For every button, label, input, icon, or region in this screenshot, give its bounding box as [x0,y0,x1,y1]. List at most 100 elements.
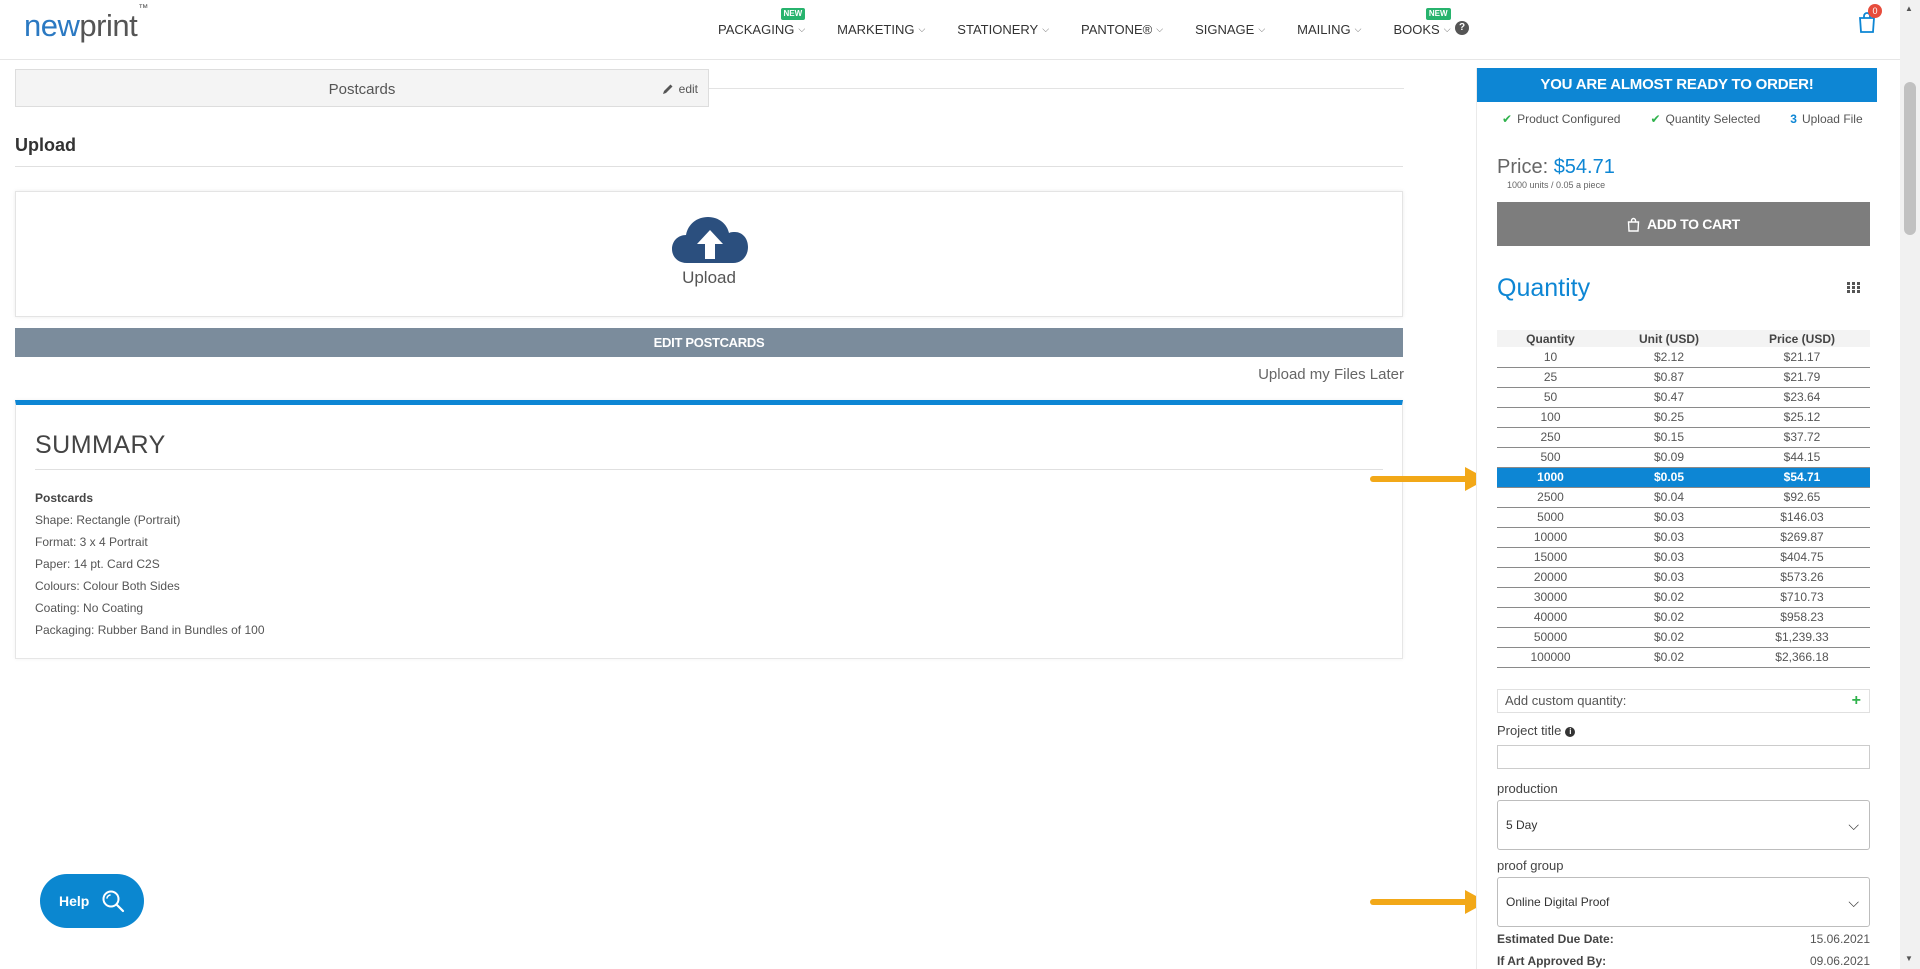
table-row[interactable]: 40000 $0.02 $958.23 [1497,607,1870,628]
summary-list: Postcards Shape: Rectangle (Portrait) Fo… [35,487,265,641]
total-price-cell: $21.79 [1734,367,1870,388]
table-row[interactable]: 30000 $0.02 $710.73 [1497,587,1870,608]
table-row[interactable]: 500 $0.09 $44.15 [1497,447,1870,468]
chevron-down-icon: ⌵ [1848,817,1859,833]
chevron-down-icon: ⌵ [1258,24,1266,34]
table-row[interactable]: 250 $0.15 $37.72 [1497,427,1870,448]
table-row[interactable]: 100000 $0.02 $2,366.18 [1497,647,1870,668]
help-widget-button[interactable]: Help [40,874,144,928]
upload-label: Upload [682,268,736,287]
table-row[interactable]: 50 $0.47 $23.64 [1497,387,1870,408]
production-select[interactable]: 5 Day ⌵ [1497,800,1870,850]
step-label: Quantity Selected [1665,112,1761,126]
unit-price-cell: $2.12 [1604,347,1734,368]
table-row[interactable]: 25 $0.87 $21.79 [1497,367,1870,388]
project-title-label: Project title i [1497,723,1576,738]
page-scrollbar[interactable]: ▲ ▼ [1900,0,1920,969]
unit-price-cell: $0.03 [1604,527,1734,548]
info-icon[interactable]: i [1565,727,1576,737]
grid-view-icon[interactable] [1847,282,1860,293]
price-line: Price: $54.71 [1497,156,1615,179]
order-steps: ✔ Product Configured ✔ Quantity Selected… [1502,112,1863,126]
chevron-down-icon: ⌵ [798,24,806,34]
add-to-cart-label: ADD TO CART [1647,216,1740,232]
unit-price-cell: $0.04 [1604,487,1734,508]
edit-product-link[interactable]: edit [662,82,698,96]
price-value: $54.71 [1553,156,1615,178]
nav-item-mailing[interactable]: MAILING ⌵ [1297,22,1361,37]
shopping-bag-icon [1627,217,1640,232]
step-number: 3 [1790,112,1797,126]
product-bar: Postcards edit [15,69,709,107]
newprint-logo[interactable]: newprint™ [24,3,148,44]
table-row[interactable]: 5000 $0.03 $146.03 [1497,507,1870,528]
help-label: Help [59,893,90,909]
table-header-row: Quantity Unit (USD) Price (USD) [1497,330,1870,347]
table-row[interactable]: 2500 $0.04 $92.65 [1497,487,1870,508]
total-price-cell: $710.73 [1734,587,1870,608]
chevron-down-icon: ⌵ [1156,24,1164,34]
quantity-table-body: 10 $2.12 $21.17 25 $0.87 $21.79 50 $0.47 $23.64 1… [1497,347,1870,668]
add-to-cart-button[interactable]: ADD TO CART [1497,202,1870,246]
table-row[interactable]: 20000 $0.03 $573.26 [1497,567,1870,588]
project-title-text: Project title [1497,723,1562,738]
quantity-cell: 25 [1497,367,1604,388]
total-price-cell: $269.87 [1734,527,1870,548]
estimated-due-label: Estimated Due Date: [1497,932,1614,946]
quantity-cell: 50 [1497,387,1604,408]
nav-item-pantone[interactable]: PANTONE® ⌵ [1081,22,1163,37]
check-icon: ✔ [1502,112,1513,126]
chevron-down-icon: ⌵ [918,24,926,34]
divider [35,469,1383,470]
art-approved-label: If Art Approved By: [1497,954,1607,968]
nav-item-stationery[interactable]: STATIONERY ⌵ [957,22,1049,37]
price-per-unit: 1000 units / 0.05 a piece [1507,180,1606,190]
art-approved-value: 09.06.2021 [1809,954,1870,968]
summary-product: Postcards [35,491,94,505]
nav-item-marketing[interactable]: MARKETING ⌵ [837,22,925,37]
unit-price-cell: $0.87 [1604,367,1734,388]
edit-postcards-button[interactable]: EDIT POSTCARDS [15,328,1403,357]
proof-group-select[interactable]: Online Digital Proof ⌵ [1497,877,1870,927]
table-row-selected[interactable]: 1000 $0.05 $54.71 [1497,467,1870,488]
unit-price-cell: $0.25 [1604,407,1734,428]
quantity-cell: 250 [1497,427,1604,448]
scrollbar-thumb[interactable] [1904,82,1916,235]
table-row[interactable]: 15000 $0.03 $404.75 [1497,547,1870,568]
custom-quantity-field[interactable]: Add custom quantity: + [1497,689,1870,713]
unit-price-cell: $0.09 [1604,447,1734,468]
column-header: Unit (USD) [1604,330,1734,347]
project-title-input[interactable] [1497,745,1870,769]
summary-line-format: Format: 3 x 4 Portrait [35,535,148,549]
unit-price-cell: $0.02 [1604,607,1734,628]
total-price-cell: $21.17 [1734,347,1870,368]
price-label: Price: [1497,156,1549,178]
art-approved-row: If Art Approved By: 09.06.2021 [1497,954,1870,968]
nav-label: MARKETING [837,22,915,37]
step-label: Upload File [1801,112,1863,126]
summary-line-colours: Colours: Colour Both Sides [35,579,180,593]
unit-price-cell: $0.15 [1604,427,1734,448]
table-row[interactable]: 100 $0.25 $25.12 [1497,407,1870,428]
upload-later-link[interactable]: Upload my Files Later [1258,366,1404,383]
plus-icon[interactable]: + [1852,690,1861,712]
quantity-price-table: Quantity Unit (USD) Price (USD) 10 $2.12 $… [1497,330,1870,668]
scroll-down-arrow-icon[interactable]: ▼ [1905,954,1913,963]
nav-label: PANTONE® [1081,22,1153,37]
scroll-up-arrow-icon[interactable]: ▲ [1905,4,1913,13]
pencil-icon [662,84,673,94]
table-row[interactable]: 10 $2.12 $21.17 [1497,347,1870,368]
question-circle-icon[interactable]: ? [1455,21,1469,35]
check-icon: ✔ [1650,112,1661,126]
divider [15,166,1403,167]
total-price-cell: $54.71 [1734,467,1870,488]
custom-quantity-label: Add custom quantity: [1505,693,1627,708]
main-nav: NEW PACKAGING ⌵ MARKETING ⌵ STATIONERY ⌵ PA… [718,8,1483,37]
nav-item-packaging[interactable]: NEW PACKAGING ⌵ [718,8,806,37]
nav-item-signage[interactable]: SIGNAGE ⌵ [1195,22,1265,37]
table-row[interactable]: 50000 $0.02 $1,239.33 [1497,627,1870,648]
unit-price-cell: $0.02 [1604,587,1734,608]
upload-dropzone[interactable]: Upload [15,191,1403,317]
nav-item-books[interactable]: NEW BOOKS ⌵ [1393,8,1451,37]
table-row[interactable]: 10000 $0.03 $269.87 [1497,527,1870,548]
